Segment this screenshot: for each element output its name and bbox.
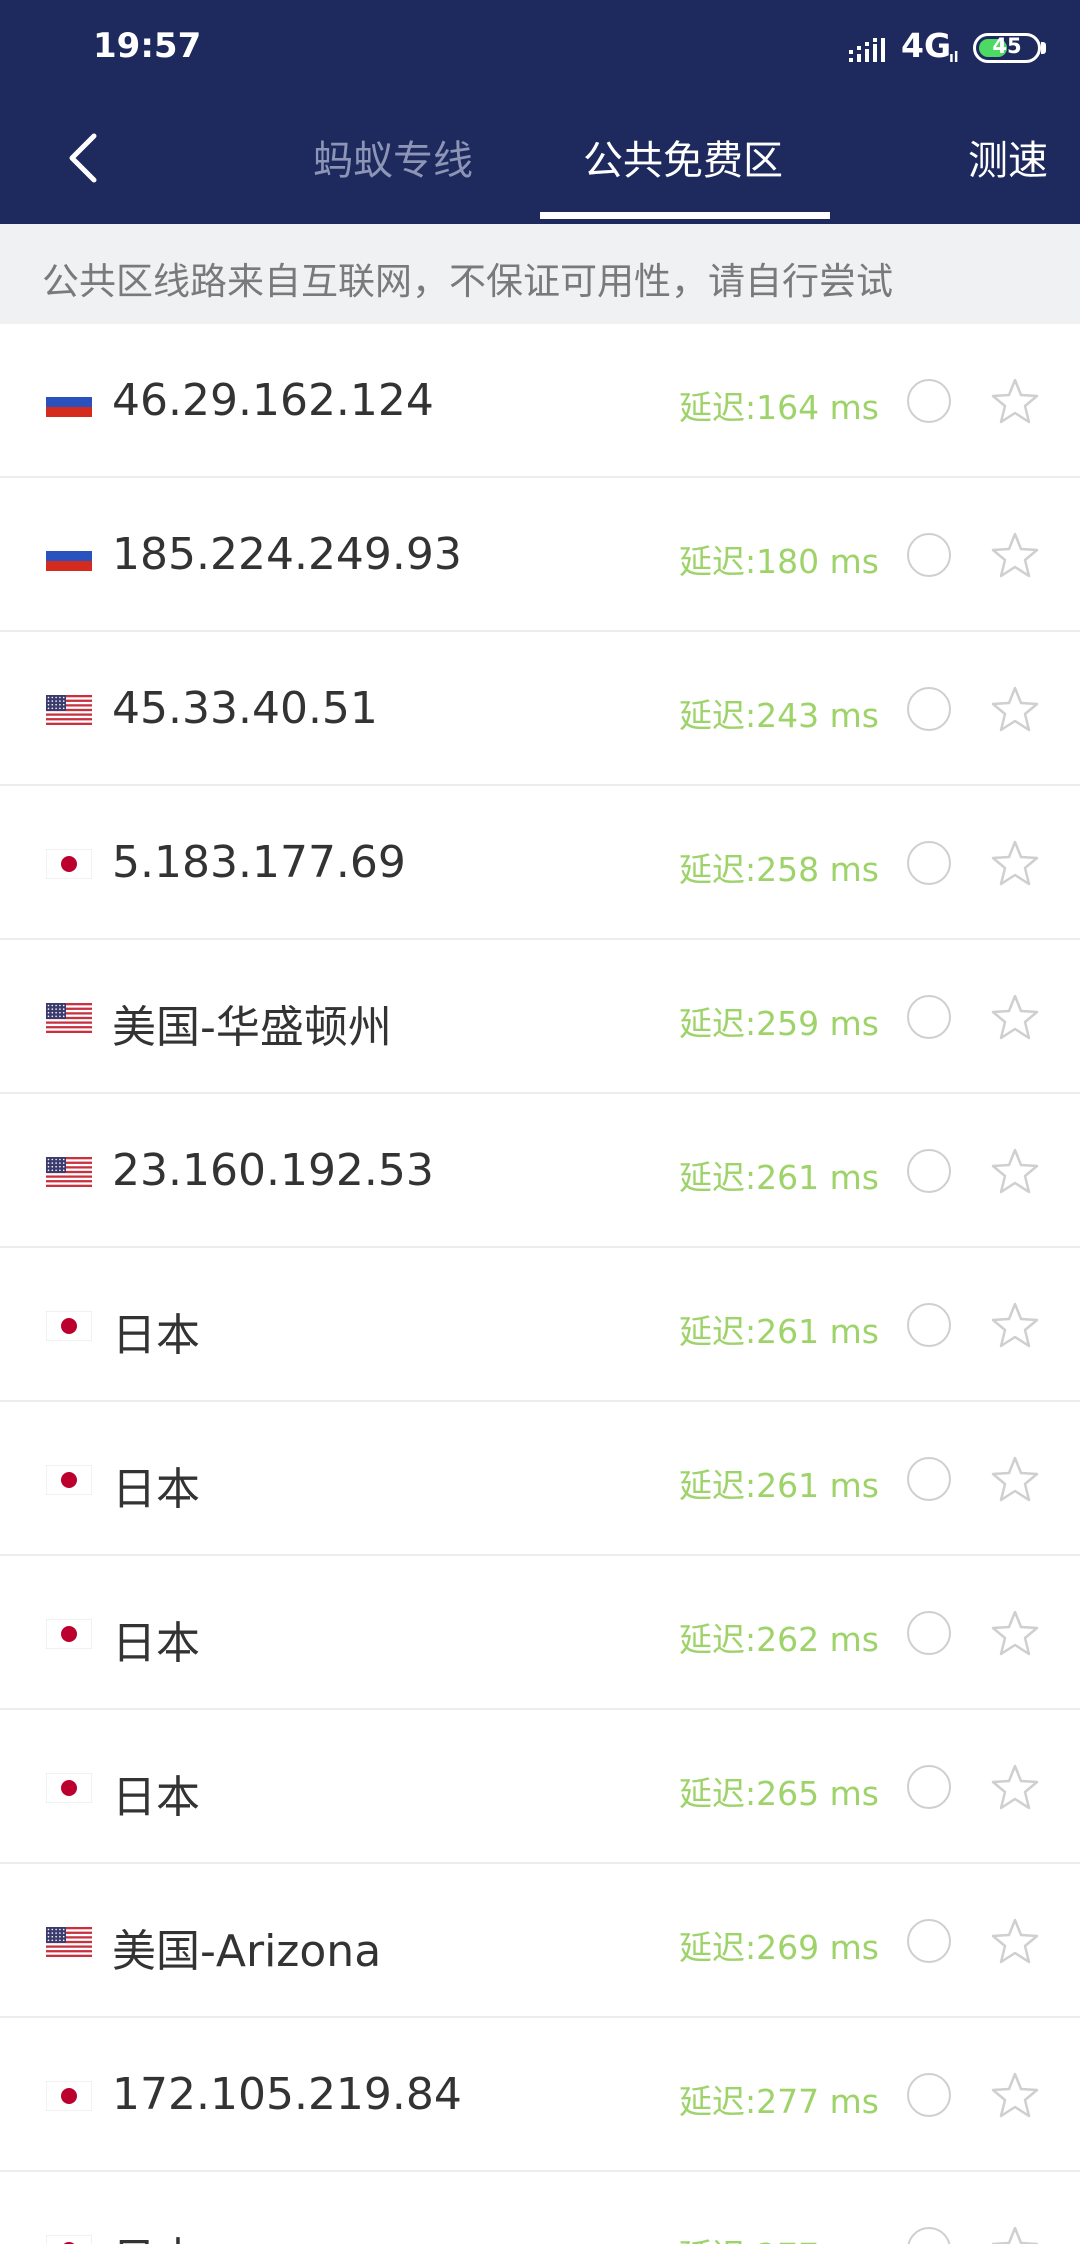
select-radio-button[interactable] [907,1765,951,1809]
server-name: 23.160.192.53 [112,1145,434,1196]
status-time: 19:57 [93,26,202,66]
battery-icon: 45 [973,33,1041,63]
server-name: 日本 [112,1310,200,1361]
star-icon[interactable] [990,1147,1040,1195]
latency-label: 延迟:243 ms [679,696,879,735]
server-row[interactable]: 美国-华盛顿州 延迟:259 ms [0,940,1080,1094]
latency-label: 延迟:262 ms [679,1620,879,1659]
server-row[interactable]: 172.105.219.84 延迟:277 ms [0,2018,1080,2172]
star-icon[interactable] [990,1763,1040,1811]
server-name: 日本 [112,1772,200,1823]
server-name: 45.33.40.51 [112,683,378,734]
japan-flag-icon [46,2235,92,2244]
server-name: 日本 [112,1618,200,1669]
server-row[interactable]: 23.160.192.53 延迟:261 ms [0,1094,1080,1248]
japan-flag-icon [46,1619,92,1649]
server-name: 美国-华盛顿州 [112,1002,392,1053]
server-row[interactable]: 日本 延迟:262 ms [0,1556,1080,1710]
server-name: 172.105.219.84 [112,2069,462,2120]
star-icon[interactable] [990,1609,1040,1657]
server-name: 185.224.249.93 [112,529,462,580]
latency-label: 延迟:261 ms [679,1158,879,1197]
server-name: 46.29.162.124 [112,375,434,426]
server-row[interactable]: 日本 延迟:265 ms [0,1710,1080,1864]
tab-public-free[interactable]: 公共免费区 [583,128,783,186]
select-radio-button[interactable] [907,1611,951,1655]
latency-label: 延迟:261 ms [679,1466,879,1505]
russia-flag-icon [46,387,92,417]
battery-cap [1041,42,1046,54]
star-icon[interactable] [990,2225,1040,2244]
star-icon[interactable] [990,1301,1040,1349]
japan-flag-icon [46,849,92,879]
active-tab-indicator [540,212,830,219]
star-icon[interactable] [990,531,1040,579]
japan-flag-icon [46,1465,92,1495]
latency-label: 延迟:277 ms [679,2229,879,2244]
latency-label: 延迟:277 ms [679,2082,879,2121]
star-icon[interactable] [990,2071,1040,2119]
select-radio-button[interactable] [907,1149,951,1193]
server-row[interactable]: 185.224.249.93 延迟:180 ms [0,478,1080,632]
latency-label: 延迟:269 ms [679,1928,879,1967]
latency-label: 延迟:180 ms [679,542,879,581]
notice-banner: 公共区线路来自互联网，不保证可用性，请自行尝试 [0,224,1080,324]
server-name: 日本 [112,2223,200,2244]
latency-label: 延迟:258 ms [679,850,879,889]
network-activity-icon: ıl [949,50,959,66]
select-radio-button[interactable] [907,1303,951,1347]
back-button[interactable] [48,118,118,198]
tab-exclusive-line[interactable]: 蚂蚁专线 [313,128,473,186]
latency-label: 延迟:265 ms [679,1774,879,1813]
select-radio-button[interactable] [907,1919,951,1963]
star-icon[interactable] [990,1455,1040,1503]
usa-flag-icon [46,1927,92,1957]
star-icon[interactable] [990,993,1040,1041]
server-list: 46.29.162.124 延迟:164 ms 185.224.249.93 延迟:1… [0,324,1080,2244]
signal-icon [849,38,885,62]
usa-flag-icon [46,695,92,725]
server-name: 5.183.177.69 [112,837,406,888]
select-radio-button[interactable] [907,379,951,423]
network-type: 4G [901,26,952,65]
server-row[interactable]: 46.29.162.124 延迟:164 ms [0,324,1080,478]
select-radio-button[interactable] [907,2073,951,2117]
chevron-left-icon [69,133,97,183]
japan-flag-icon [46,1311,92,1341]
speed-test-button[interactable]: 测速 [968,128,1048,186]
server-row[interactable]: 日本 延迟:261 ms [0,1248,1080,1402]
usa-flag-icon [46,1157,92,1187]
russia-flag-icon [46,541,92,571]
star-icon[interactable] [990,1917,1040,1965]
app-header: 19:57 4G ıl 45 蚂蚁专线 公共免费区 测速 [0,0,1080,224]
battery-level: 45 [992,34,1022,58]
server-name: 美国-Arizona [112,1926,382,1977]
select-radio-button[interactable] [907,995,951,1039]
select-radio-button[interactable] [907,841,951,885]
star-icon[interactable] [990,839,1040,887]
latency-label: 延迟:261 ms [679,1312,879,1351]
server-row[interactable]: 日本 延迟:261 ms [0,1402,1080,1556]
server-row[interactable]: 5.183.177.69 延迟:258 ms [0,786,1080,940]
japan-flag-icon [46,1773,92,1803]
usa-flag-icon [46,1003,92,1033]
select-radio-button[interactable] [907,2227,951,2244]
japan-flag-icon [46,2081,92,2111]
server-name: 日本 [112,1464,200,1515]
status-bar: 19:57 4G ıl 45 [0,0,1080,100]
select-radio-button[interactable] [907,687,951,731]
latency-label: 延迟:164 ms [679,388,879,427]
latency-label: 延迟:259 ms [679,1004,879,1043]
server-row[interactable]: 日本 延迟:277 ms [0,2172,1080,2244]
select-radio-button[interactable] [907,1457,951,1501]
star-icon[interactable] [990,685,1040,733]
server-row[interactable]: 美国-Arizona 延迟:269 ms [0,1864,1080,2018]
server-row[interactable]: 45.33.40.51 延迟:243 ms [0,632,1080,786]
select-radio-button[interactable] [907,533,951,577]
notice-text: 公共区线路来自互联网，不保证可用性，请自行尝试 [42,260,893,303]
star-icon[interactable] [990,377,1040,425]
